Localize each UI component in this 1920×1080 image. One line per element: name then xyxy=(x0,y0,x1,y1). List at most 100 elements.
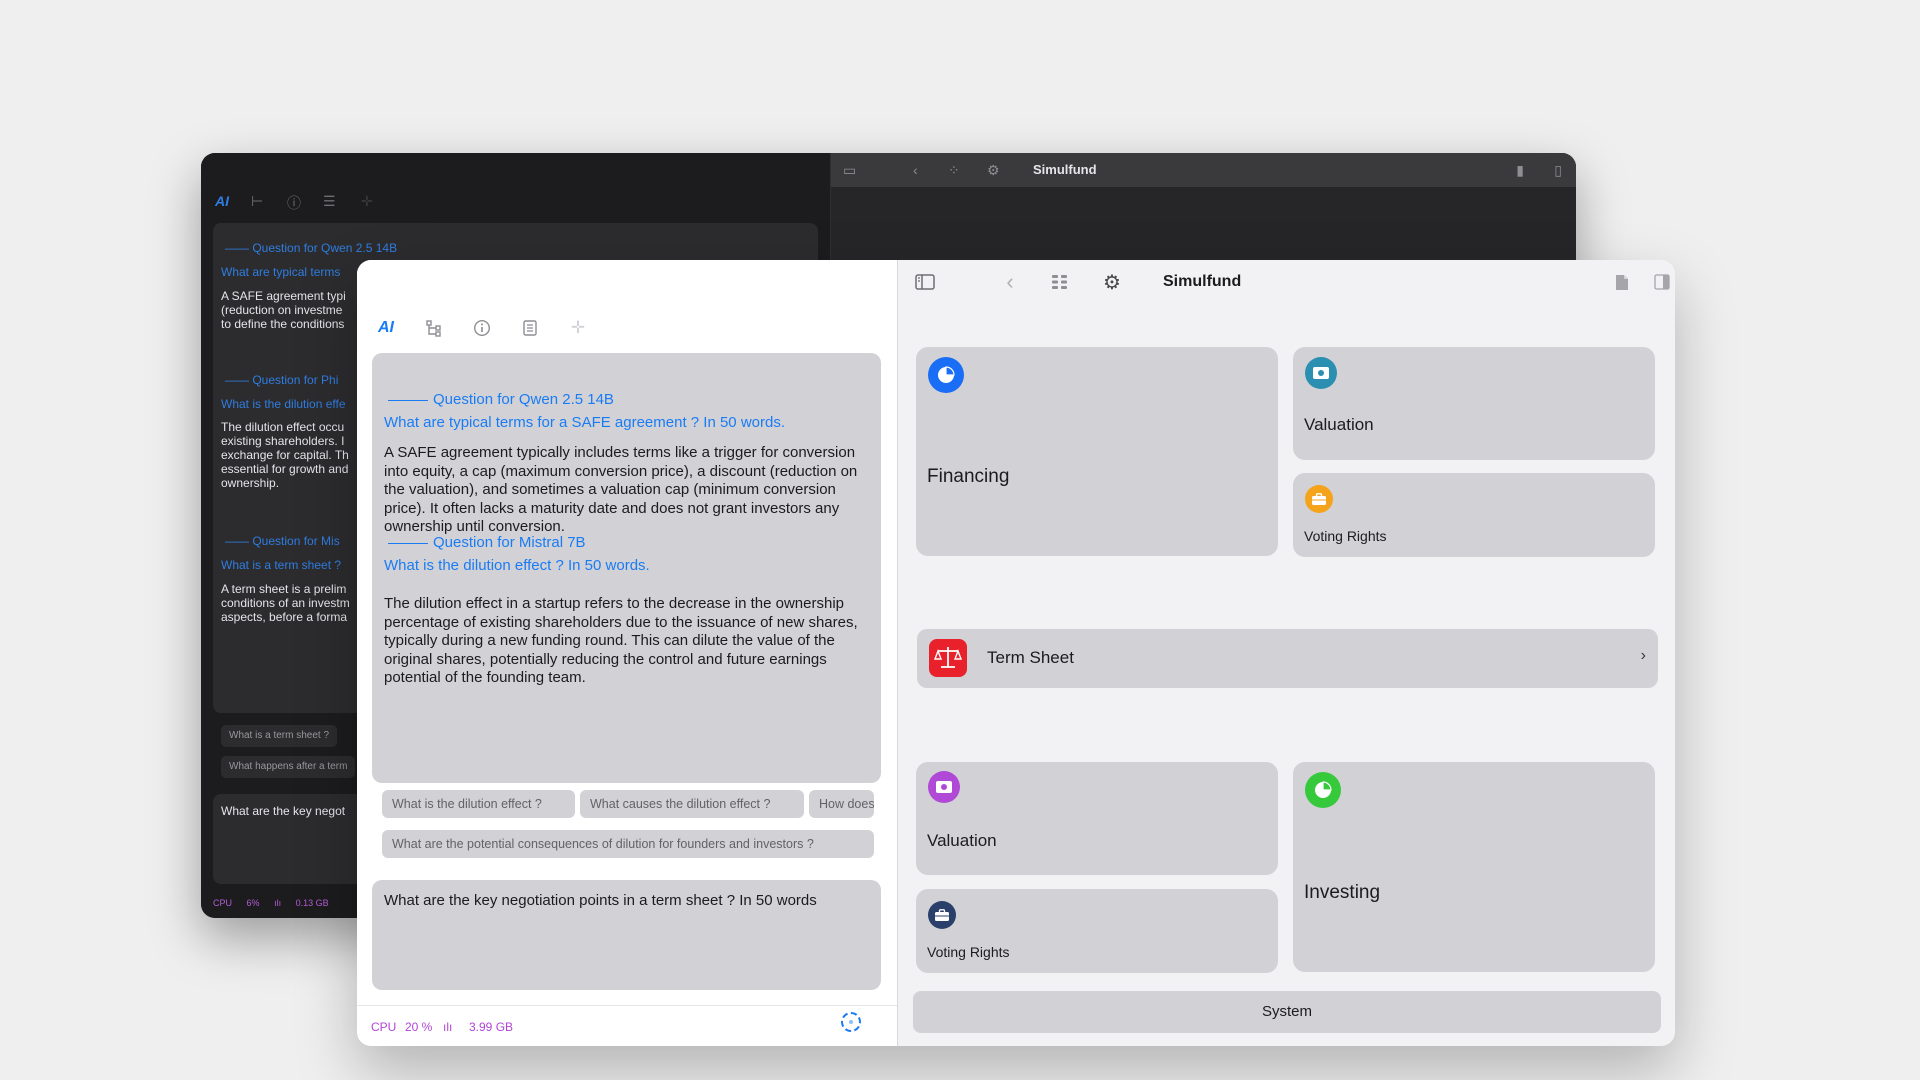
inspector-toggle-icon[interactable] xyxy=(1650,271,1674,293)
voting-rights-label: Voting Rights xyxy=(1304,528,1387,544)
memory-value: 3.99 GB xyxy=(469,1020,514,1034)
background-back-icon[interactable]: ‹ xyxy=(913,162,918,178)
ai-chat-pane: AI ✛ Question for Qwen 2.5 14B What are … xyxy=(357,260,898,1046)
prompt-input[interactable]: What are the key negotiation points in a… xyxy=(372,880,881,990)
dashboard-pane: ‹ ⚙ Simulfund Financing Valuation Voting… xyxy=(898,260,1675,1046)
window-title: Simulfund xyxy=(1163,273,1242,290)
background-tree-icon[interactable]: ⊢ xyxy=(251,193,263,210)
briefcase-graphic xyxy=(1312,492,1326,505)
pane-tab-bar: AI ✛ xyxy=(372,316,672,340)
briefcase-graphic xyxy=(935,908,949,921)
add-icon[interactable]: ✛ xyxy=(564,316,592,340)
cpu-label: CPU xyxy=(371,1020,397,1034)
money-icon xyxy=(1305,357,1337,389)
briefcase-icon xyxy=(1305,485,1333,513)
scales-icon xyxy=(929,639,967,677)
valuation-label: Valuation xyxy=(1304,415,1374,434)
ai-tab[interactable]: AI xyxy=(372,316,400,340)
background-gear-icon[interactable]: ⚙ xyxy=(987,162,1000,178)
chat-transcript: Question for Qwen 2.5 14B What are typic… xyxy=(372,353,881,783)
background-document-icon[interactable]: ▮ xyxy=(1516,162,1524,178)
question-header-label: Question for Qwen 2.5 14B xyxy=(433,391,614,408)
background-ai-tab[interactable]: AI xyxy=(215,193,229,209)
sidebar-toggle-icon[interactable] xyxy=(913,271,937,293)
grid-icon-graphic xyxy=(1052,275,1067,289)
voting-rights-card[interactable]: Voting Rights xyxy=(1293,473,1655,557)
cpu-value: 6% xyxy=(246,898,260,908)
sidebar-toggle-graphic xyxy=(915,274,935,290)
new-document-graphic xyxy=(1616,274,1628,290)
system-button[interactable]: System xyxy=(913,991,1661,1033)
suggestion-chip[interactable]: What are the potential consequences of d… xyxy=(382,830,874,858)
financing-card[interactable]: Financing xyxy=(916,347,1278,556)
question-header: Question for Qwen 2.5 14B xyxy=(388,391,614,408)
cpu-value: 20 % xyxy=(405,1020,433,1034)
investing-label: Investing xyxy=(1304,882,1381,903)
briefcase-icon xyxy=(928,901,956,929)
grid-icon[interactable] xyxy=(1048,271,1072,293)
info-icon[interactable] xyxy=(468,316,496,340)
background-sidebar-toggle-icon[interactable]: ▭ xyxy=(843,162,856,178)
header-dash xyxy=(388,542,428,544)
memory-icon: ılı xyxy=(443,1020,453,1034)
gear-icon[interactable]: ⚙ xyxy=(1100,271,1124,294)
pie-chart-graphic xyxy=(1315,781,1332,798)
new-document-icon[interactable] xyxy=(1610,271,1634,293)
memory-value: 0.13 GB xyxy=(295,898,329,908)
background-question-header: —— Question for Phi xyxy=(225,373,339,387)
valuation-card[interactable]: Valuation xyxy=(916,762,1278,875)
term-sheet-row[interactable]: Term Sheet › xyxy=(917,629,1658,688)
background-add-icon[interactable]: ✛ xyxy=(361,193,373,210)
valuation-label: Valuation xyxy=(927,831,997,850)
question-text: What is the dilution effect ? In 50 word… xyxy=(384,557,650,574)
valuation-card[interactable]: Valuation xyxy=(1293,347,1655,460)
voting-rights-label: Voting Rights xyxy=(927,944,1010,960)
money-icon xyxy=(928,771,960,803)
background-grid-icon[interactable]: ⁘ xyxy=(948,162,960,178)
back-icon[interactable]: ‹ xyxy=(998,269,1022,294)
document-icon-graphic xyxy=(523,320,537,336)
background-question-text: What are typical terms xyxy=(221,265,341,279)
answer-text: The dilution effect in a startup refers … xyxy=(384,595,858,686)
question-header: Question for Mistral 7B xyxy=(388,534,586,551)
background-inspector-icon[interactable]: ▯ xyxy=(1554,162,1562,178)
cpu-label: CPU xyxy=(213,898,233,908)
pie-chart-icon xyxy=(1305,772,1341,808)
investing-card[interactable]: Investing xyxy=(1293,762,1655,972)
divider xyxy=(357,1005,897,1006)
background-question-header: —— Question for Qwen 2.5 14B xyxy=(225,241,398,255)
main-window: AI ✛ Question for Qwen 2.5 14B What are … xyxy=(357,260,1675,1046)
background-info-icon[interactable]: ⓘ xyxy=(287,193,301,213)
suggestion-chip[interactable]: What causes the dilution effect ? xyxy=(580,790,804,818)
financing-label: Financing xyxy=(927,466,1010,487)
money-graphic xyxy=(1313,367,1329,379)
chevron-right-icon: › xyxy=(1640,647,1646,664)
answer-text: A SAFE agreement typically includes term… xyxy=(384,444,858,535)
money-graphic xyxy=(936,781,952,793)
background-status-bar: CPU 6% ılı 0.13 GB xyxy=(213,898,341,908)
background-suggestion-chip[interactable]: What happens after a term xyxy=(221,756,356,778)
memory-icon: ılı xyxy=(274,898,282,908)
suggestion-chip[interactable]: How does xyxy=(809,790,874,818)
background-question-text: What is the dilution effe xyxy=(221,397,346,411)
scales-graphic xyxy=(934,647,962,668)
background-suggestion-chip[interactable]: What is a term sheet ? xyxy=(221,725,338,747)
inspector-toggle-graphic xyxy=(1654,274,1670,290)
pie-chart-graphic xyxy=(938,366,955,383)
background-question-text: What is a term sheet ? xyxy=(221,558,342,572)
tree-icon-graphic xyxy=(426,320,441,337)
header-dash xyxy=(388,399,428,401)
term-sheet-label: Term Sheet xyxy=(987,648,1074,667)
loading-spinner-icon xyxy=(841,1012,861,1032)
tree-icon[interactable] xyxy=(420,316,448,340)
background-question-header: —— Question for Mis xyxy=(225,534,340,548)
question-text: What are typical terms for a SAFE agreem… xyxy=(384,414,786,431)
pie-chart-icon xyxy=(928,357,964,393)
background-document-icon[interactable]: ☰ xyxy=(323,193,336,210)
document-icon[interactable] xyxy=(516,316,544,340)
suggestion-chip[interactable]: What is the dilution effect ? xyxy=(382,790,575,818)
background-titlebar: ▭ ‹ ⁘ ⚙ Simulfund ▮ ▯ xyxy=(831,153,1576,187)
question-header-label: Question for Mistral 7B xyxy=(433,534,586,551)
titlebar: ‹ ⚙ Simulfund xyxy=(898,260,1675,304)
voting-rights-card[interactable]: Voting Rights xyxy=(916,889,1278,973)
